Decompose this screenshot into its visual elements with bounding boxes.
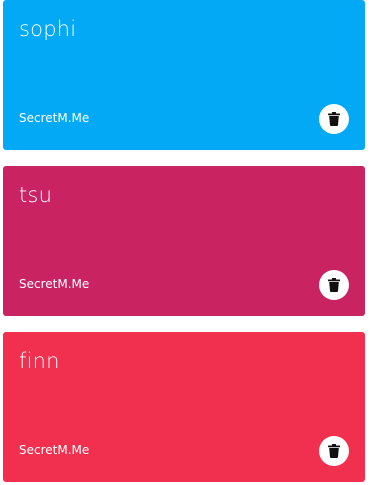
card-brand: SecretM.Me	[19, 111, 90, 125]
card[interactable]: sophi SecretM.Me	[3, 0, 365, 150]
card[interactable]: tsu SecretM.Me	[3, 166, 365, 316]
card-name: finn	[19, 349, 60, 373]
card-brand: SecretM.Me	[19, 277, 90, 291]
trash-icon	[328, 278, 340, 292]
card-list: sophi SecretM.Me tsu SecretM.Me finn Sec…	[0, 0, 371, 485]
trash-icon	[328, 112, 340, 126]
card[interactable]: finn SecretM.Me	[3, 332, 365, 482]
delete-button[interactable]	[319, 104, 349, 134]
trash-icon	[328, 444, 340, 458]
card-name: tsu	[19, 183, 53, 207]
card-brand: SecretM.Me	[19, 443, 90, 457]
delete-button[interactable]	[319, 270, 349, 300]
delete-button[interactable]	[319, 436, 349, 466]
card-name: sophi	[19, 17, 77, 41]
